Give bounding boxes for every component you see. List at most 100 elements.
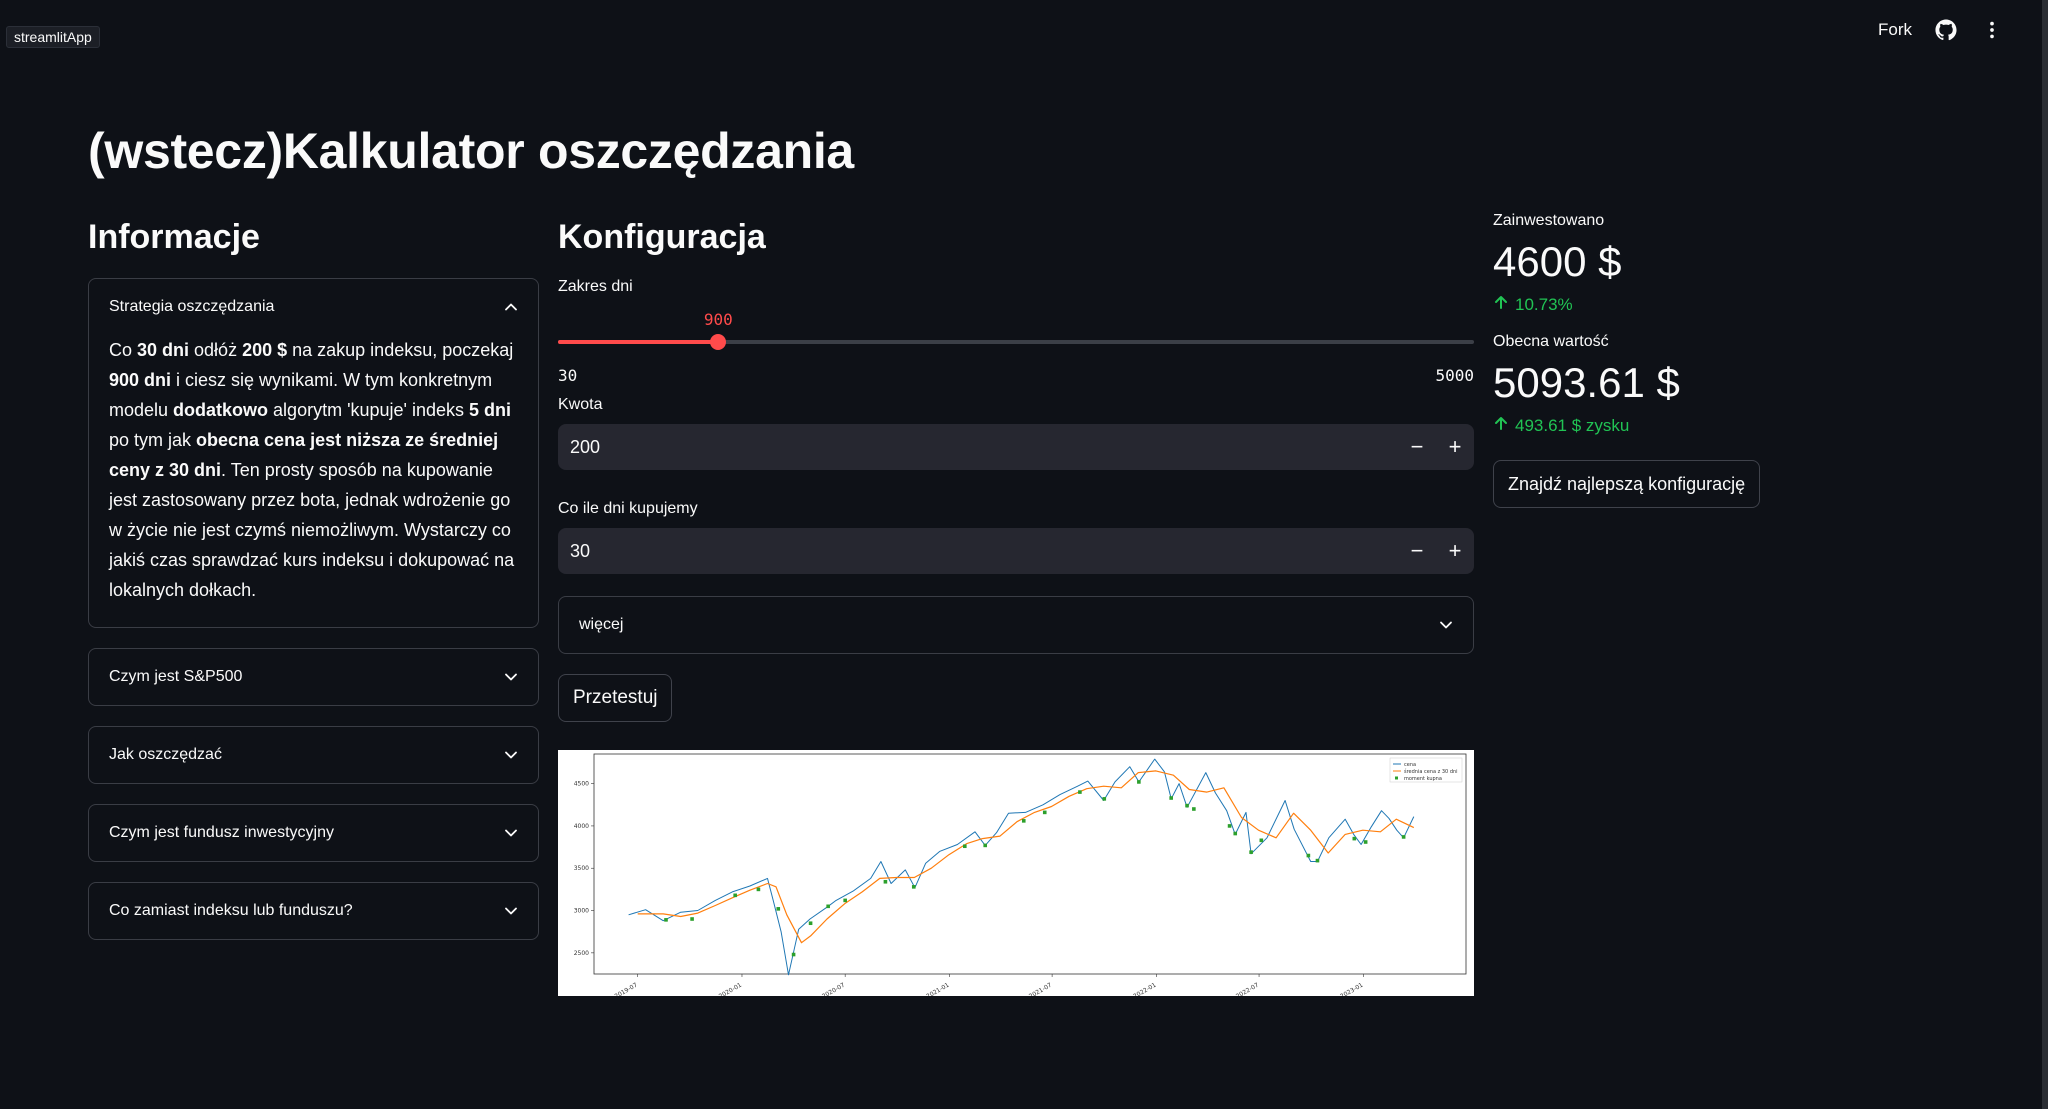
config-heading: Konfiguracja <box>558 218 766 256</box>
days-range-label: Zakres dni <box>558 278 633 295</box>
expander-how-to-save-header[interactable]: Jak oszczędzać <box>89 727 538 783</box>
buy-point <box>1042 810 1047 815</box>
buy-point <box>1259 838 1264 843</box>
buy-point <box>756 887 761 892</box>
expander-label: Czym jest S&P500 <box>109 668 243 685</box>
buy-point <box>962 844 967 849</box>
chevron-down-icon <box>504 748 518 762</box>
expander-label: Co zamiast indeksu lub funduszu? <box>109 902 353 919</box>
decrement-button[interactable]: − <box>1398 424 1436 470</box>
expander-fund-header[interactable]: Czym jest fundusz inwestycyjny <box>89 805 538 861</box>
legend-swatch <box>1395 776 1398 780</box>
metric-delta-text: 493.61 $ zysku <box>1515 415 1630 435</box>
chevron-down-icon <box>504 670 518 684</box>
price-chart: 2500 3000 3500 4000 4500 2019-07 2020-01 2020-0… <box>558 750 1474 1000</box>
buy-point <box>1192 807 1196 811</box>
moving-average-line <box>637 770 1415 944</box>
page-title: (wstecz)Kalkulator oszczędzania <box>88 123 854 179</box>
expander-sp500[interactable]: Czym jest S&P500 <box>88 648 539 706</box>
expander-alternatives-header[interactable]: Co zamiast indeksu lub funduszu? <box>89 883 538 939</box>
buy-point <box>1185 803 1189 808</box>
slider-value: 900 <box>703 310 733 329</box>
chevron-down-icon <box>504 826 518 840</box>
metric-value: 4600 $ <box>1493 238 1622 285</box>
price-chart-svg: 2500 3000 3500 4000 4500 2019-07 2020-01 2020-0… <box>574 753 1467 1000</box>
amount-label: Kwota <box>558 396 603 413</box>
buy-point <box>1401 835 1406 839</box>
slider-thumb[interactable] <box>710 334 727 350</box>
buy-point <box>1249 850 1253 854</box>
price-series-line <box>628 758 1415 976</box>
expander-more[interactable]: więcej <box>558 596 1474 654</box>
info-column: Informacje Strategia oszczędzania Co 30 … <box>88 218 539 960</box>
buy-point <box>1352 836 1357 841</box>
y-tick-label: 3000 <box>574 908 589 915</box>
buy-point <box>690 917 694 921</box>
fork-link[interactable]: Fork <box>1878 20 1912 40</box>
config-column: Konfiguracja Zakres dni 900 30 5000 Kwot… <box>558 218 1474 1000</box>
page-scrollbar[interactable] <box>2042 0 2048 1109</box>
decrement-button[interactable]: − <box>1398 528 1436 574</box>
buy-point <box>983 843 988 848</box>
plot-frame <box>593 753 1467 975</box>
buy-point <box>808 921 813 926</box>
buy-point <box>1315 858 1320 863</box>
buy-point <box>1227 824 1232 828</box>
buy-point <box>911 885 916 889</box>
buy-point <box>826 904 830 909</box>
expander-fund[interactable]: Czym jest fundusz inwestycyjny <box>88 804 539 862</box>
buy-point <box>1233 831 1238 836</box>
expander-label: Jak oszczędzać <box>109 746 222 763</box>
buy-point <box>1137 780 1141 784</box>
increment-button[interactable]: + <box>1436 528 1474 574</box>
github-icon[interactable] <box>1934 18 1958 42</box>
buy-point <box>733 893 737 898</box>
amount-field[interactable] <box>558 436 1398 458</box>
expander-alternatives[interactable]: Co zamiast indeksu lub funduszu? <box>88 882 539 940</box>
buy-point <box>664 918 668 922</box>
metric-label: Zainwestowano <box>1493 212 1605 229</box>
x-tick-label: 2020-07 <box>821 982 846 996</box>
metric-delta: 10.73% <box>1493 294 1793 315</box>
buy-point <box>843 898 847 903</box>
y-tick-label: 2500 <box>574 950 589 957</box>
legend-label: moment kupna <box>1404 776 1442 782</box>
x-tick-label: 2022-01 <box>1132 982 1157 996</box>
expander-label: Czym jest fundusz inwestycyjny <box>109 824 334 841</box>
interval-field[interactable] <box>558 540 1398 562</box>
expander-strategy: Strategia oszczędzania Co 30 dni odłóż 2… <box>88 278 539 628</box>
legend-label: średnia cena z 30 dni <box>1404 768 1458 775</box>
metrics-column: Zainwestowano 4600 $ 10.73% Obecna warto… <box>1493 212 1793 508</box>
expander-more-header[interactable]: więcej <box>559 597 1473 653</box>
find-best-config-button[interactable]: Znajdź najlepszą konfigurację <box>1493 460 1761 508</box>
strategy-text: Co 30 dni odłóż 200 $ na zakup indeksu, … <box>109 340 515 600</box>
more-vertical-icon[interactable] <box>1980 18 2004 42</box>
invested-metric: Zainwestowano 4600 $ 10.73% <box>1493 212 1793 315</box>
legend-label: cena <box>1404 762 1416 768</box>
expander-strategy-header[interactable]: Strategia oszczędzania <box>89 279 538 335</box>
x-tick-label: 2022-07 <box>1235 982 1260 996</box>
amount-input: − + <box>558 424 1474 470</box>
interval-input: − + <box>558 528 1474 574</box>
buy-point <box>791 952 796 957</box>
test-button[interactable]: Przetestuj <box>558 674 673 722</box>
buy-point <box>1078 790 1082 794</box>
expander-how-to-save[interactable]: Jak oszczędzać <box>88 726 539 784</box>
slider-fill <box>558 340 719 344</box>
buy-point <box>1306 853 1311 858</box>
expander-label: Strategia oszczędzania <box>109 298 275 315</box>
arrow-up-icon <box>1493 294 1509 315</box>
chevron-down-icon <box>504 904 518 918</box>
increment-button[interactable]: + <box>1436 424 1474 470</box>
days-range-slider[interactable]: 900 30 5000 <box>558 306 1474 385</box>
current-value-metric: Obecna wartość 5093.61 $ 493.61 $ zysku <box>1493 333 1793 436</box>
chevron-down-icon <box>1439 618 1453 632</box>
expander-sp500-header[interactable]: Czym jest S&P500 <box>89 649 538 705</box>
buy-point <box>776 907 781 911</box>
slider-max: 5000 <box>1435 366 1474 385</box>
x-tick-label: 2023-01 <box>1339 982 1364 996</box>
buy-point <box>1102 797 1107 801</box>
y-tick-label: 3500 <box>574 865 589 872</box>
buy-point <box>1363 840 1368 844</box>
metric-delta-text: 10.73% <box>1515 294 1573 314</box>
